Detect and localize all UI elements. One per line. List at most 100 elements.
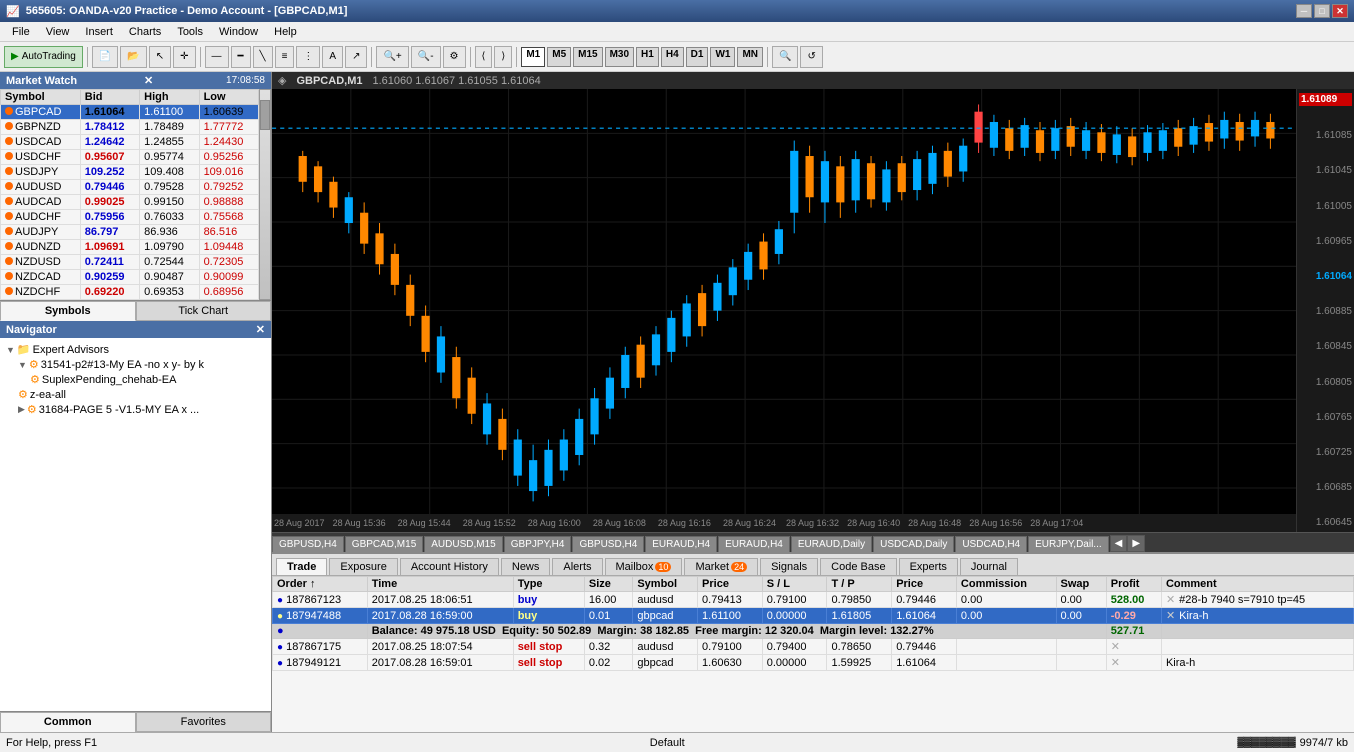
- toolbar-open[interactable]: 📂: [120, 46, 146, 68]
- chart-tab-7[interactable]: EURAUD,Daily: [791, 536, 872, 552]
- list-item[interactable]: AUDJPY 86.797 86.936 86.516: [1, 225, 259, 240]
- toolbar-fwd[interactable]: ⟩: [494, 46, 512, 68]
- toolbar-new-chart[interactable]: 📄: [92, 46, 118, 68]
- menu-window[interactable]: Window: [211, 24, 266, 40]
- toolbar-fib[interactable]: ⋮: [296, 46, 320, 68]
- nav-ea-item-4[interactable]: ▶ ⚙ 31684-PAGE 5 -V1.5-MY EA x ...: [14, 402, 269, 417]
- tf-mn[interactable]: MN: [737, 47, 763, 67]
- chart-tab-5[interactable]: EURAUD,H4: [645, 536, 717, 552]
- nav-tab-favorites[interactable]: Favorites: [136, 712, 272, 732]
- chart-tab-10[interactable]: EURJPY,Dail...: [1028, 536, 1109, 552]
- nav-tab-common[interactable]: Common: [0, 712, 136, 732]
- tf-h4[interactable]: H4: [661, 47, 684, 67]
- market-watch-scroll-thumb[interactable]: [260, 100, 270, 130]
- td-time: 2017.08.25 18:07:54: [367, 639, 513, 655]
- toolbar-text[interactable]: A: [322, 46, 343, 68]
- autotrading-button[interactable]: ▶ AutoTrading: [4, 46, 83, 68]
- menu-insert[interactable]: Insert: [77, 24, 121, 40]
- tf-m1[interactable]: M1: [521, 47, 545, 67]
- chart-tab-3[interactable]: GBPJPY,H4: [504, 536, 572, 552]
- market-watch-close[interactable]: ✕: [144, 74, 153, 87]
- toolbar-search[interactable]: 🔍: [772, 46, 798, 68]
- td-order: ● 187947488: [273, 608, 368, 624]
- tf-m15[interactable]: M15: [573, 47, 602, 67]
- menu-tools[interactable]: Tools: [169, 24, 211, 40]
- minimize-button[interactable]: ─: [1296, 4, 1312, 18]
- nav-ea-item-1[interactable]: ▼ ⚙ 31541-p2#13-My EA -no x y- by k: [14, 357, 269, 372]
- maximize-button[interactable]: □: [1314, 4, 1330, 18]
- toolbar-hline[interactable]: ━: [231, 46, 251, 68]
- close-x-selected[interactable]: ✕: [1166, 610, 1175, 622]
- chart-canvas[interactable]: 28 Aug 2017 28 Aug 15:36 28 Aug 15:44 28…: [272, 89, 1296, 532]
- nav-ea-item-2[interactable]: ⚙ SuplexPending_chehab-EA: [26, 372, 269, 387]
- chart-tab-9[interactable]: USDCAD,H4: [955, 536, 1027, 552]
- menu-file[interactable]: File: [4, 24, 38, 40]
- list-item[interactable]: AUDCAD 0.99025 0.99150 0.98888: [1, 195, 259, 210]
- table-row[interactable]: ● 187867123 2017.08.25 18:06:51 buy 16.0…: [273, 592, 1354, 608]
- list-item[interactable]: GBPCAD 1.61064 1.61100 1.60639: [1, 105, 259, 120]
- tab-experts[interactable]: Experts: [899, 558, 958, 575]
- close-x-4[interactable]: ✕: [1111, 657, 1120, 669]
- close-x-3[interactable]: ✕: [1111, 641, 1120, 653]
- tab-alerts[interactable]: Alerts: [552, 558, 602, 575]
- menu-view[interactable]: View: [38, 24, 78, 40]
- tf-h1[interactable]: H1: [636, 47, 659, 67]
- tf-m5[interactable]: M5: [547, 47, 571, 67]
- tf-d1[interactable]: D1: [686, 47, 709, 67]
- tab-journal[interactable]: Journal: [960, 558, 1018, 575]
- chart-tab-1[interactable]: GBPCAD,M15: [345, 536, 423, 552]
- toolbar-zoomin[interactable]: 🔍+: [376, 46, 408, 68]
- close-button[interactable]: ✕: [1332, 4, 1348, 18]
- toolbar-line[interactable]: —: [205, 46, 229, 68]
- nav-expert-advisors[interactable]: ▼ 📁 Expert Advisors: [2, 342, 269, 357]
- list-item[interactable]: AUDUSD 0.79446 0.79528 0.79252: [1, 180, 259, 195]
- tab-exposure[interactable]: Exposure: [329, 558, 397, 575]
- list-item[interactable]: USDCHF 0.95607 0.95774 0.95256: [1, 150, 259, 165]
- chart-tab-nav-left[interactable]: ◀: [1110, 535, 1128, 552]
- chart-tab-4[interactable]: GBPUSD,H4: [572, 536, 644, 552]
- nav-ea-item-3[interactable]: ⚙ z-ea-all: [14, 387, 269, 402]
- list-item[interactable]: AUDNZD 1.09691 1.09790 1.09448: [1, 240, 259, 255]
- navigator-close[interactable]: ✕: [256, 323, 265, 336]
- close-x[interactable]: ✕: [1166, 594, 1175, 606]
- tab-mailbox[interactable]: Mailbox10: [605, 558, 683, 575]
- toolbar-crosshair[interactable]: ✛: [173, 46, 195, 68]
- table-row[interactable]: ● 187867175 2017.08.25 18:07:54 sell sto…: [273, 639, 1354, 655]
- chart-tab-2[interactable]: AUDUSD,M15: [424, 536, 502, 552]
- toolbar-tline[interactable]: ╲: [253, 46, 273, 68]
- tab-signals[interactable]: Signals: [760, 558, 818, 575]
- toolbar-back[interactable]: ⟨: [475, 46, 493, 68]
- list-item[interactable]: USDJPY 109.252 109.408 109.016: [1, 165, 259, 180]
- tab-symbols[interactable]: Symbols: [0, 301, 136, 321]
- chart-tab-6[interactable]: EURAUD,H4: [718, 536, 790, 552]
- tab-trade[interactable]: Trade: [276, 558, 327, 575]
- toolbar-arrow[interactable]: ↗: [345, 46, 367, 68]
- toolbar-select[interactable]: ↖: [149, 46, 171, 68]
- chart-tab-nav-right[interactable]: ▶: [1127, 535, 1145, 552]
- list-item[interactable]: NZDCHF 0.69220 0.69353 0.68956: [1, 285, 259, 300]
- tab-news[interactable]: News: [501, 558, 551, 575]
- table-row[interactable]: ● 187947488 2017.08.28 16:59:00 buy 0.01…: [273, 608, 1354, 624]
- market-watch-scrollbar[interactable]: [259, 89, 271, 300]
- toolbar-zoomout[interactable]: 🔍-: [411, 46, 441, 68]
- tf-w1[interactable]: W1: [710, 47, 735, 67]
- tf-m30[interactable]: M30: [605, 47, 634, 67]
- tab-account-history[interactable]: Account History: [400, 558, 499, 575]
- list-item[interactable]: NZDCAD 0.90259 0.90487 0.90099: [1, 270, 259, 285]
- window-controls[interactable]: ─ □ ✕: [1296, 4, 1348, 18]
- list-item[interactable]: USDCAD 1.24642 1.24855 1.24430: [1, 135, 259, 150]
- list-item[interactable]: AUDCHF 0.75956 0.76033 0.75568: [1, 210, 259, 225]
- table-row[interactable]: ● 187949121 2017.08.28 16:59:01 sell sto…: [273, 655, 1354, 671]
- tab-market[interactable]: Market24: [684, 558, 758, 575]
- tab-codebase[interactable]: Code Base: [820, 558, 896, 575]
- toolbar-properties[interactable]: ⚙: [443, 46, 466, 68]
- list-item[interactable]: NZDUSD 0.72411 0.72544 0.72305: [1, 255, 259, 270]
- menu-charts[interactable]: Charts: [121, 24, 169, 40]
- menu-help[interactable]: Help: [266, 24, 305, 40]
- toolbar-channel[interactable]: ≡: [275, 46, 295, 68]
- list-item[interactable]: GBPNZD 1.78412 1.78489 1.77772: [1, 120, 259, 135]
- chart-tab-0[interactable]: GBPUSD,H4: [272, 536, 344, 552]
- chart-tab-8[interactable]: USDCAD,Daily: [873, 536, 954, 552]
- toolbar-refresh[interactable]: ↺: [800, 46, 822, 68]
- tab-tick-chart[interactable]: Tick Chart: [136, 301, 272, 321]
